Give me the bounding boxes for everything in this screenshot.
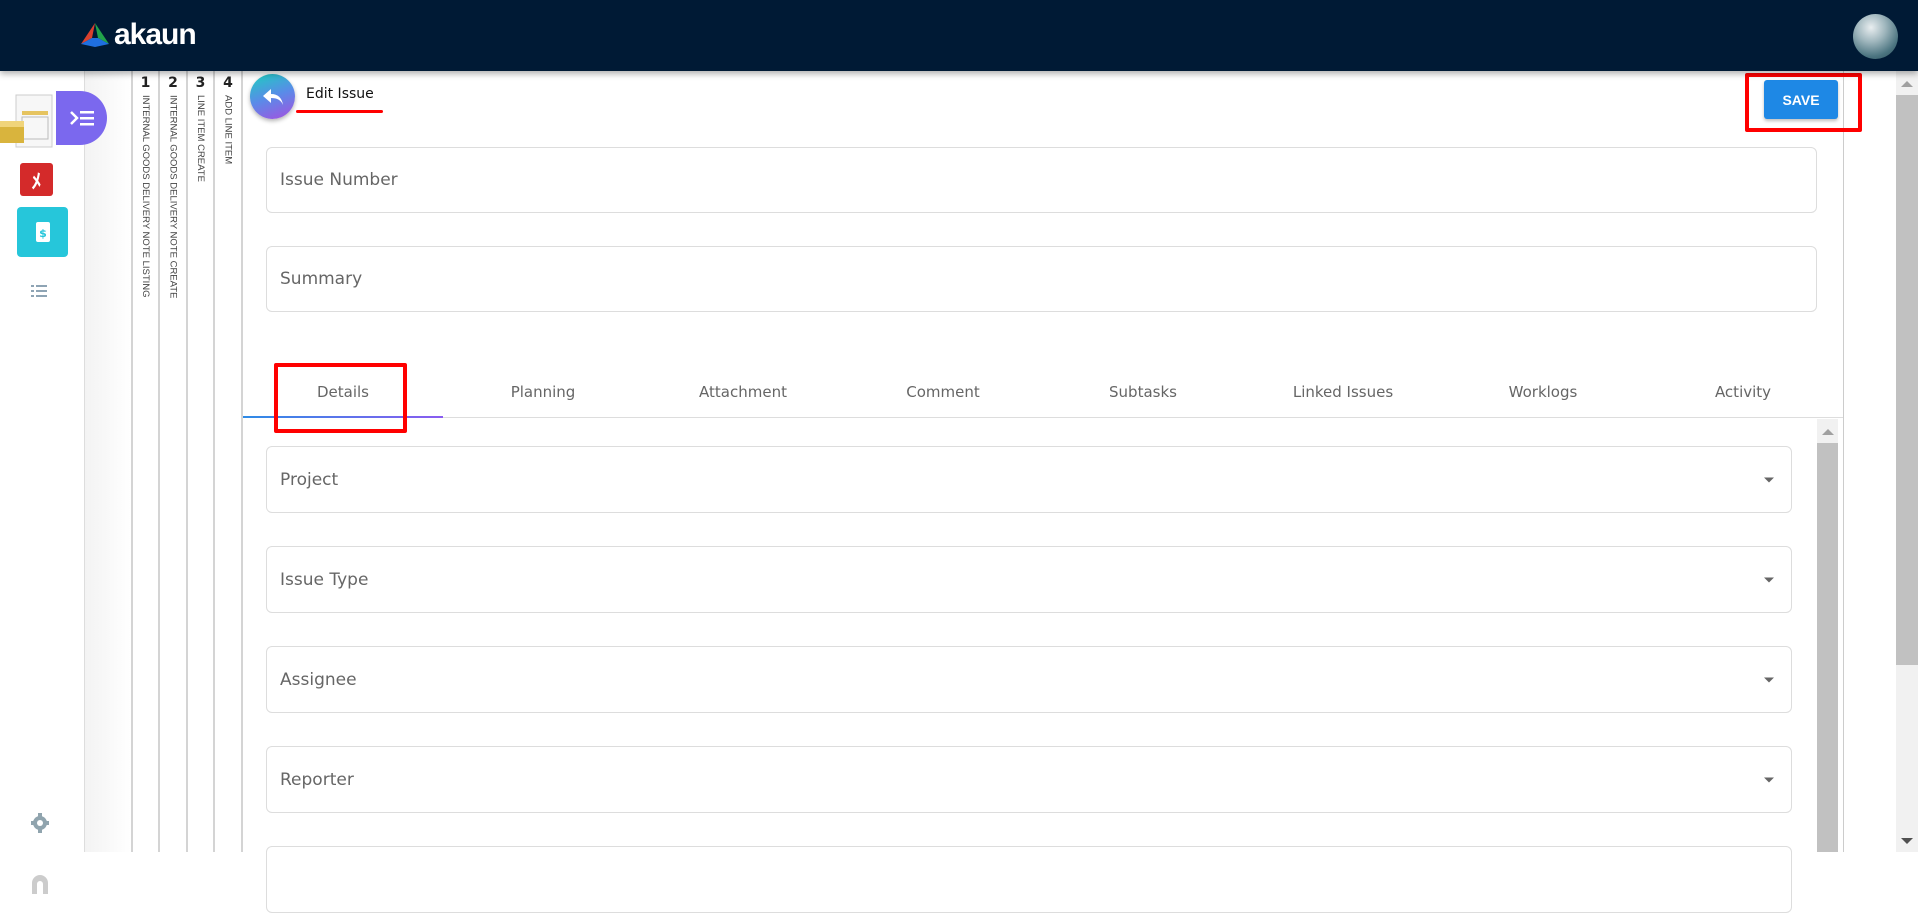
tab-subtasks[interactable]: Subtasks — [1043, 370, 1243, 417]
dropdown-caret-icon — [1764, 577, 1774, 582]
sidebar: ﾒ $ — [0, 71, 107, 894]
acrobat-app-icon[interactable]: ﾒ — [20, 163, 53, 196]
user-avatar[interactable] — [1853, 14, 1898, 59]
sidebar-shadow — [85, 71, 131, 852]
akaun-logo-icon — [81, 23, 109, 47]
scroll-down-icon[interactable] — [1901, 838, 1913, 844]
issue-type-select[interactable]: Issue Type — [266, 546, 1792, 613]
dropdown-caret-icon — [1764, 477, 1774, 482]
billing-app-icon[interactable]: $ — [17, 207, 68, 257]
highlight-box-details — [274, 363, 407, 433]
reporter-select[interactable]: Reporter — [266, 746, 1792, 813]
reply-arrow-icon — [262, 88, 283, 105]
breadcrumb-step-4[interactable]: 4 ADD LINE ITEM — [213, 71, 241, 852]
issue-number-input[interactable]: Issue Number — [266, 147, 1817, 213]
dollar-document-icon: $ — [35, 222, 50, 242]
dropdown-caret-icon — [1764, 777, 1774, 782]
breadcrumb-step-3[interactable]: 3 LINE ITEM CREATE — [186, 71, 213, 852]
list-icon[interactable] — [28, 281, 50, 301]
details-scrollbar[interactable] — [1817, 419, 1838, 852]
highlight-box-save — [1745, 73, 1862, 132]
highlight-underline — [296, 110, 383, 113]
back-button[interactable] — [250, 74, 295, 119]
delivery-note-app-icon[interactable] — [0, 91, 60, 155]
settings-gear-icon[interactable] — [28, 811, 52, 835]
tab-attachment[interactable]: Attachment — [643, 370, 843, 417]
menu-collapse-icon — [69, 111, 94, 126]
dropdown-caret-icon — [1764, 677, 1774, 682]
tab-comment[interactable]: Comment — [843, 370, 1043, 417]
breadcrumb-step-1[interactable]: 1 INTERNAL GOODS DELIVERY NOTE LISTING — [131, 71, 158, 852]
top-app-bar: akaun — [0, 0, 1918, 71]
scroll-up-icon[interactable] — [1901, 81, 1913, 87]
akaun-logo[interactable]: akaun — [80, 18, 197, 52]
scrollbar-thumb[interactable] — [1896, 95, 1918, 665]
acrobat-icon: ﾒ — [31, 169, 42, 193]
breadcrumb-step-2[interactable]: 2 INTERNAL GOODS DELIVERY NOTE CREATE — [158, 71, 186, 852]
svg-text:$: $ — [39, 227, 47, 240]
page-title: Edit Issue — [306, 86, 374, 102]
scroll-up-icon[interactable] — [1821, 429, 1834, 435]
tab-worklogs[interactable]: Worklogs — [1443, 370, 1643, 417]
tab-linked-issues[interactable]: Linked Issues — [1243, 370, 1443, 417]
summary-input[interactable]: Summary — [266, 246, 1817, 312]
profile-icon[interactable] — [28, 871, 52, 895]
issue-tabs: Details Planning Attachment Comment Subt… — [243, 370, 1843, 418]
assignee-select[interactable]: Assignee — [266, 646, 1792, 713]
next-field[interactable] — [266, 846, 1792, 913]
tab-planning[interactable]: Planning — [443, 370, 643, 417]
project-select[interactable]: Project — [266, 446, 1792, 513]
page-scrollbar[interactable] — [1896, 71, 1918, 852]
scrollbar-thumb[interactable] — [1817, 443, 1838, 852]
tab-activity[interactable]: Activity — [1643, 370, 1843, 417]
